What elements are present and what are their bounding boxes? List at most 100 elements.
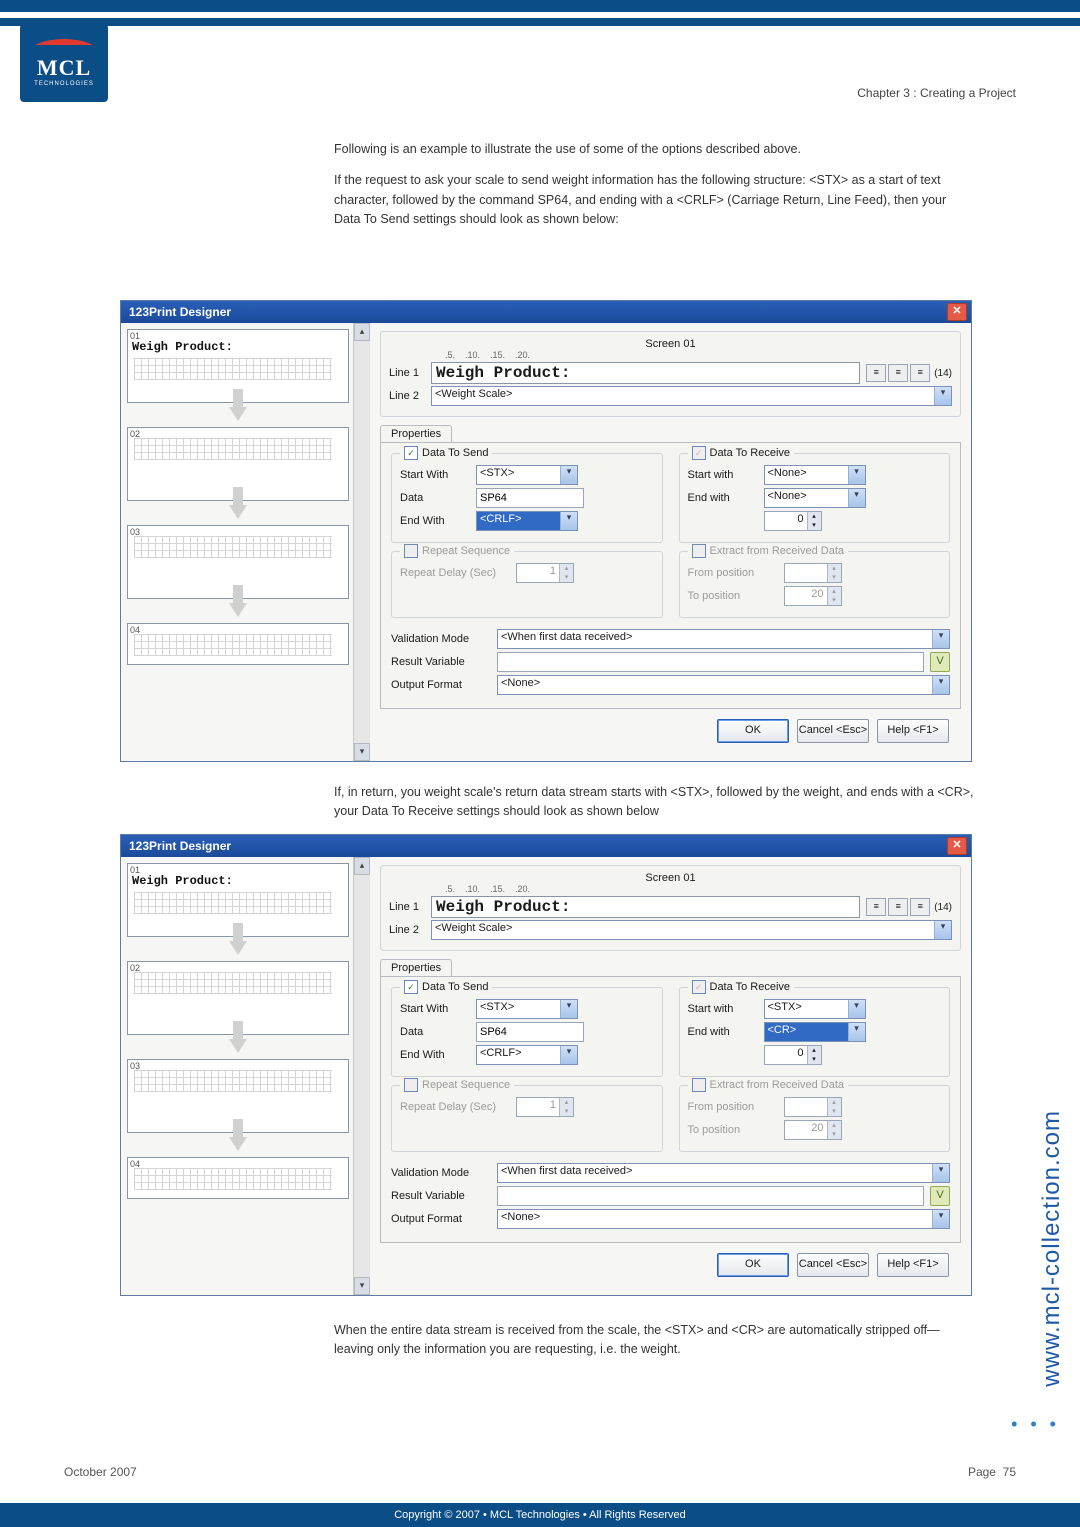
extract-checkbox[interactable] <box>692 1078 706 1092</box>
send-end-combo[interactable]: <CRLF>▾ <box>476 511 578 531</box>
align-left-icon[interactable]: ≡ <box>866 898 886 916</box>
align-left-icon[interactable]: ≡ <box>866 364 886 382</box>
tab-properties[interactable]: Properties <box>380 425 452 442</box>
repeat-checkbox[interactable] <box>404 544 418 558</box>
recv-end-combo[interactable]: <None>▾ <box>764 488 866 508</box>
variable-picker-button[interactable]: V <box>930 652 950 672</box>
chevron-down-icon: ▾ <box>848 1023 865 1041</box>
line1-text[interactable]: Weigh Product: <box>431 362 860 384</box>
mcl-logo: MCL TECHNOLOGIES <box>20 24 108 102</box>
validation-mode-combo[interactable]: <When first data received>▾ <box>497 1163 950 1183</box>
extract-from-spinner: ▴▾ <box>784 563 842 583</box>
chapter-title: Chapter 3 : Creating a Project <box>857 86 1016 100</box>
paragraph-conclusion: When the entire data stream is received … <box>334 1321 974 1360</box>
line1-label: Line 1 <box>389 367 431 379</box>
screen-legend: Screen 01 <box>641 872 699 884</box>
group-data-to-receive: ✓Data To Receive Start with <None>▾ End … <box>679 453 951 543</box>
arrow-down-icon <box>229 603 247 617</box>
group-extract-data: Extract from Received Data From position… <box>679 551 951 618</box>
paragraph-intro: Following is an example to illustrate th… <box>334 140 974 159</box>
group-repeat-sequence: Repeat Sequence Repeat Delay (Sec) 1▴▾ <box>391 551 663 618</box>
chevron-down-icon[interactable]: ▾ <box>934 921 951 939</box>
group-data-to-send: ✓Data To Send Start With <STX>▾ Data End… <box>391 453 663 543</box>
variable-picker-button[interactable]: V <box>930 1186 950 1206</box>
screen-thumb-04[interactable]: 04 <box>127 623 349 665</box>
recv-end-combo[interactable]: <CR>▾ <box>764 1022 866 1042</box>
line2-combo[interactable]: <Weight Scale>▾ <box>431 386 952 406</box>
chevron-down-icon: ▾ <box>560 466 577 484</box>
extract-from-spinner: ▴▾ <box>784 1097 842 1117</box>
send-start-combo[interactable]: <STX>▾ <box>476 999 578 1019</box>
ok-button[interactable]: OK <box>717 719 789 743</box>
chevron-down-icon: ▾ <box>932 676 949 694</box>
screen-preview-pane: 01 Weigh Product: 02 03 04 <box>121 857 353 1295</box>
cancel-button[interactable]: Cancel <Esc> <box>797 719 869 743</box>
send-checkbox[interactable]: ✓ <box>404 446 418 460</box>
line1-label: Line 1 <box>389 901 431 913</box>
font-size-label: (14) <box>934 902 952 913</box>
repeat-checkbox[interactable] <box>404 1078 418 1092</box>
screen-thumb-04[interactable]: 04 <box>127 1157 349 1199</box>
ok-button[interactable]: OK <box>717 1253 789 1277</box>
repeat-delay-spinner: 1▴▾ <box>516 563 574 583</box>
chevron-down-icon: ▾ <box>932 630 949 648</box>
recv-start-combo[interactable]: <STX>▾ <box>764 999 866 1019</box>
line2-label: Line 2 <box>389 924 431 936</box>
send-start-combo[interactable]: <STX>▾ <box>476 465 578 485</box>
align-center-icon[interactable]: ≡ <box>888 898 908 916</box>
help-button[interactable]: Help <F1> <box>877 719 949 743</box>
extract-to-spinner: 20▴▾ <box>784 1120 842 1140</box>
arrow-down-icon <box>229 1039 247 1053</box>
tab-properties[interactable]: Properties <box>380 959 452 976</box>
preview-scrollbar[interactable]: ▴ ▾ <box>353 323 370 761</box>
recv-length-spinner[interactable]: 0▴▾ <box>764 1045 822 1065</box>
send-data-input[interactable] <box>476 1022 584 1042</box>
scroll-up-icon[interactable]: ▴ <box>354 857 370 875</box>
extract-checkbox[interactable] <box>692 544 706 558</box>
result-variable-input[interactable] <box>497 1186 924 1206</box>
validation-mode-combo[interactable]: <When first data received>▾ <box>497 629 950 649</box>
side-url: www.mcl-collection.com <box>1038 1110 1066 1387</box>
recv-checkbox: ✓ <box>692 980 706 994</box>
paragraph-recv-explain: If, in return, you weight scale's return… <box>334 783 974 822</box>
send-end-combo[interactable]: <CRLF>▾ <box>476 1045 578 1065</box>
group-data-to-send: ✓Data To Send Start With <STX>▾ Data End… <box>391 987 663 1077</box>
close-icon[interactable]: ✕ <box>947 303 967 321</box>
chevron-down-icon: ▾ <box>932 1210 949 1228</box>
ruler: .5. .10. .15. .20. <box>435 884 952 894</box>
result-variable-input[interactable] <box>497 652 924 672</box>
align-center-icon[interactable]: ≡ <box>888 364 908 382</box>
scroll-up-icon[interactable]: ▴ <box>354 323 370 341</box>
scroll-down-icon[interactable]: ▾ <box>354 743 370 761</box>
align-right-icon[interactable]: ≡ <box>910 898 930 916</box>
line2-label: Line 2 <box>389 390 431 402</box>
help-button[interactable]: Help <F1> <box>877 1253 949 1277</box>
cancel-button[interactable]: Cancel <Esc> <box>797 1253 869 1277</box>
side-dots-icon: • • • <box>1011 1414 1060 1435</box>
recv-start-combo[interactable]: <None>▾ <box>764 465 866 485</box>
arrow-down-icon <box>229 407 247 421</box>
send-checkbox[interactable]: ✓ <box>404 980 418 994</box>
chevron-down-icon: ▾ <box>848 1000 865 1018</box>
font-size-label: (14) <box>934 368 952 379</box>
recv-length-spinner[interactable]: 0▴▾ <box>764 511 822 531</box>
send-data-input[interactable] <box>476 488 584 508</box>
align-right-icon[interactable]: ≡ <box>910 364 930 382</box>
close-icon[interactable]: ✕ <box>947 837 967 855</box>
chevron-down-icon: ▾ <box>848 489 865 507</box>
output-format-combo[interactable]: <None>▾ <box>497 675 950 695</box>
designer-dialog-1: 123Print Designer ✕ 01 Weigh Product: 02… <box>120 300 972 762</box>
line2-combo[interactable]: <Weight Scale>▾ <box>431 920 952 940</box>
arrow-down-icon <box>229 1137 247 1151</box>
chevron-down-icon[interactable]: ▾ <box>934 387 951 405</box>
scroll-down-icon[interactable]: ▾ <box>354 1277 370 1295</box>
arrow-down-icon <box>229 505 247 519</box>
group-repeat-sequence: Repeat Sequence Repeat Delay (Sec) 1▴▾ <box>391 1085 663 1152</box>
preview-scrollbar[interactable]: ▴ ▾ <box>353 857 370 1295</box>
output-format-combo[interactable]: <None>▾ <box>497 1209 950 1229</box>
repeat-delay-spinner: 1▴▾ <box>516 1097 574 1117</box>
group-data-to-receive: ✓Data To Receive Start with <STX>▾ End w… <box>679 987 951 1077</box>
designer-dialog-2: 123Print Designer ✕ 01 Weigh Product: 02… <box>120 834 972 1296</box>
line1-text[interactable]: Weigh Product: <box>431 896 860 918</box>
recv-checkbox: ✓ <box>692 446 706 460</box>
